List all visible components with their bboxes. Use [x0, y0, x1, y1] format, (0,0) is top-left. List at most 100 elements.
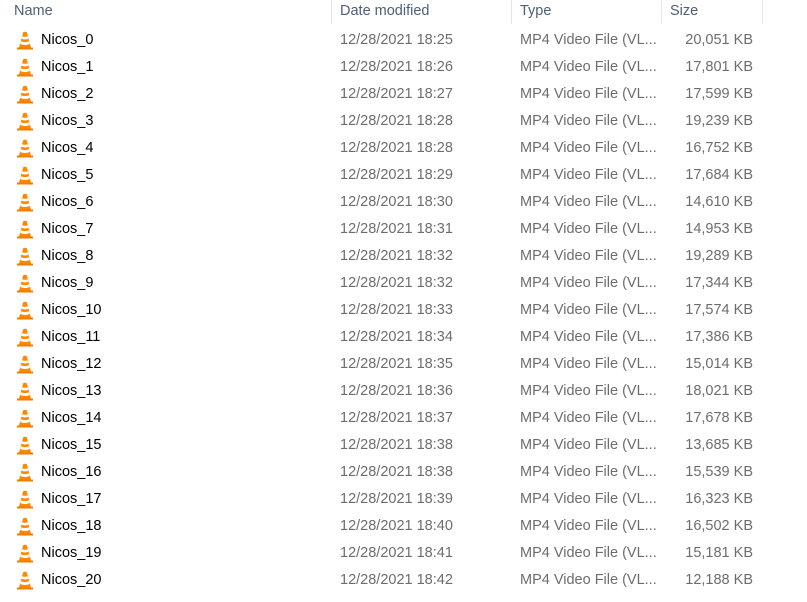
vlc-cone-icon	[16, 540, 34, 567]
file-row[interactable]: Nicos_18 12/28/2021 18:40 MP4 Video File (…	[0, 513, 807, 540]
file-type: MP4 Video File (VL...	[520, 572, 657, 588]
vlc-cone-icon	[16, 189, 34, 216]
column-header-date-modified[interactable]: Date modified	[340, 0, 510, 24]
column-header-size[interactable]: Size	[670, 0, 762, 24]
vlc-cone-icon	[16, 324, 34, 351]
file-size: 12,188 KB	[685, 572, 753, 588]
file-row[interactable]: Nicos_6 12/28/2021 18:30 MP4 Video File (V…	[0, 189, 807, 216]
file-row[interactable]: Nicos_8 12/28/2021 18:32 MP4 Video File (V…	[0, 243, 807, 270]
file-list: Nicos_0 12/28/2021 18:25 MP4 Video File (V…	[0, 27, 807, 594]
vlc-cone-icon	[16, 270, 34, 297]
file-type: MP4 Video File (VL...	[520, 140, 657, 156]
file-date-modified: 12/28/2021 18:28	[340, 113, 453, 129]
file-row[interactable]: Nicos_10 12/28/2021 18:33 MP4 Video File (…	[0, 297, 807, 324]
vlc-cone-icon	[16, 135, 34, 162]
vlc-cone-icon	[16, 432, 34, 459]
file-type: MP4 Video File (VL...	[520, 410, 657, 426]
file-date-modified: 12/28/2021 18:35	[340, 356, 453, 372]
vlc-cone-icon	[16, 162, 34, 189]
vlc-cone-icon	[16, 459, 34, 486]
file-size: 14,953 KB	[685, 221, 753, 237]
file-name: Nicos_1	[41, 59, 94, 75]
file-name: Nicos_10	[41, 302, 102, 318]
file-row[interactable]: Nicos_14 12/28/2021 18:37 MP4 Video File (…	[0, 405, 807, 432]
file-row[interactable]: Nicos_3 12/28/2021 18:28 MP4 Video File (V…	[0, 108, 807, 135]
file-date-modified: 12/28/2021 18:37	[340, 410, 453, 426]
column-divider[interactable]	[331, 0, 332, 24]
vlc-cone-icon	[16, 27, 34, 54]
column-header-type[interactable]: Type	[520, 0, 660, 24]
file-name: Nicos_20	[41, 572, 102, 588]
file-row[interactable]: Nicos_9 12/28/2021 18:32 MP4 Video File (V…	[0, 270, 807, 297]
vlc-cone-icon	[16, 405, 34, 432]
file-name: Nicos_12	[41, 356, 102, 372]
file-name: Nicos_18	[41, 518, 102, 534]
file-type: MP4 Video File (VL...	[520, 59, 657, 75]
file-row[interactable]: Nicos_4 12/28/2021 18:28 MP4 Video File (V…	[0, 135, 807, 162]
file-row[interactable]: Nicos_7 12/28/2021 18:31 MP4 Video File (V…	[0, 216, 807, 243]
file-row[interactable]: Nicos_20 12/28/2021 18:42 MP4 Video File (…	[0, 567, 807, 594]
file-type: MP4 Video File (VL...	[520, 194, 657, 210]
vlc-cone-icon	[16, 216, 34, 243]
vlc-cone-icon	[16, 108, 34, 135]
file-row[interactable]: Nicos_15 12/28/2021 18:38 MP4 Video File (…	[0, 432, 807, 459]
file-type: MP4 Video File (VL...	[520, 329, 657, 345]
file-date-modified: 12/28/2021 18:28	[340, 140, 453, 156]
file-size: 19,239 KB	[685, 113, 753, 129]
file-name: Nicos_8	[41, 248, 94, 264]
file-date-modified: 12/28/2021 18:36	[340, 383, 453, 399]
file-name: Nicos_6	[41, 194, 94, 210]
file-row[interactable]: Nicos_1 12/28/2021 18:26 MP4 Video File (V…	[0, 54, 807, 81]
column-header-bar: Name Date modified Type Size	[0, 0, 807, 24]
file-date-modified: 12/28/2021 18:33	[340, 302, 453, 318]
file-size: 17,599 KB	[685, 86, 753, 102]
file-type: MP4 Video File (VL...	[520, 302, 657, 318]
vlc-cone-icon	[16, 351, 34, 378]
file-date-modified: 12/28/2021 18:39	[340, 491, 453, 507]
file-date-modified: 12/28/2021 18:31	[340, 221, 453, 237]
file-type: MP4 Video File (VL...	[520, 356, 657, 372]
file-date-modified: 12/28/2021 18:40	[340, 518, 453, 534]
file-size: 17,678 KB	[685, 410, 753, 426]
file-type: MP4 Video File (VL...	[520, 221, 657, 237]
file-type: MP4 Video File (VL...	[520, 167, 657, 183]
file-row[interactable]: Nicos_13 12/28/2021 18:36 MP4 Video File (…	[0, 378, 807, 405]
file-row[interactable]: Nicos_2 12/28/2021 18:27 MP4 Video File (V…	[0, 81, 807, 108]
column-divider[interactable]	[661, 0, 662, 24]
file-type: MP4 Video File (VL...	[520, 275, 657, 291]
file-size: 15,181 KB	[685, 545, 753, 561]
file-row[interactable]: Nicos_16 12/28/2021 18:38 MP4 Video File (…	[0, 459, 807, 486]
file-size: 16,502 KB	[685, 518, 753, 534]
file-date-modified: 12/28/2021 18:30	[340, 194, 453, 210]
file-row[interactable]: Nicos_19 12/28/2021 18:41 MP4 Video File (…	[0, 540, 807, 567]
vlc-cone-icon	[16, 513, 34, 540]
file-date-modified: 12/28/2021 18:32	[340, 248, 453, 264]
file-row[interactable]: Nicos_5 12/28/2021 18:29 MP4 Video File (V…	[0, 162, 807, 189]
file-size: 18,021 KB	[685, 383, 753, 399]
file-date-modified: 12/28/2021 18:42	[340, 572, 453, 588]
vlc-cone-icon	[16, 486, 34, 513]
file-row[interactable]: Nicos_12 12/28/2021 18:35 MP4 Video File (…	[0, 351, 807, 378]
file-size: 17,684 KB	[685, 167, 753, 183]
file-size: 17,801 KB	[685, 59, 753, 75]
file-date-modified: 12/28/2021 18:38	[340, 437, 453, 453]
vlc-cone-icon	[16, 81, 34, 108]
file-date-modified: 12/28/2021 18:38	[340, 464, 453, 480]
file-row[interactable]: Nicos_11 12/28/2021 18:34 MP4 Video File (…	[0, 324, 807, 351]
file-type: MP4 Video File (VL...	[520, 545, 657, 561]
file-date-modified: 12/28/2021 18:25	[340, 32, 453, 48]
file-row[interactable]: Nicos_0 12/28/2021 18:25 MP4 Video File (V…	[0, 27, 807, 54]
file-type: MP4 Video File (VL...	[520, 491, 657, 507]
file-type: MP4 Video File (VL...	[520, 248, 657, 264]
file-row[interactable]: Nicos_17 12/28/2021 18:39 MP4 Video File (…	[0, 486, 807, 513]
file-name: Nicos_17	[41, 491, 102, 507]
vlc-cone-icon	[16, 378, 34, 405]
file-size: 16,323 KB	[685, 491, 753, 507]
column-divider[interactable]	[511, 0, 512, 24]
file-name: Nicos_4	[41, 140, 94, 156]
column-divider[interactable]	[762, 0, 763, 24]
column-header-name[interactable]: Name	[14, 0, 330, 24]
file-type: MP4 Video File (VL...	[520, 113, 657, 129]
file-date-modified: 12/28/2021 18:26	[340, 59, 453, 75]
file-name: Nicos_3	[41, 113, 94, 129]
